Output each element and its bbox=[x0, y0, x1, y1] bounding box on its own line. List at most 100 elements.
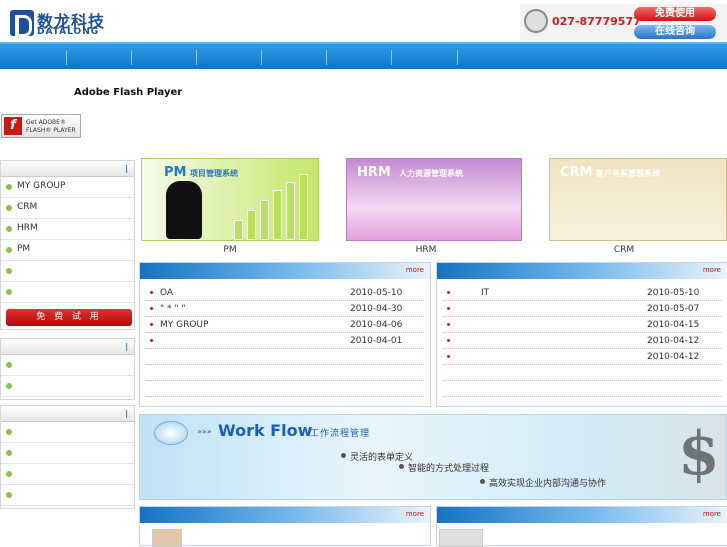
sidebar-item[interactable] bbox=[1, 485, 134, 506]
news-row[interactable]: 2010-04-15 bbox=[443, 317, 721, 333]
news-row[interactable]: MY GROUP 2010-04-06 bbox=[146, 317, 424, 333]
sidebar-item[interactable] bbox=[1, 282, 134, 303]
sidebar-item[interactable] bbox=[1, 376, 134, 397]
news-box-right: more IT 2010-05-10 2010-05-07 2010-04-15 … bbox=[436, 262, 727, 407]
sidebar-item[interactable] bbox=[1, 464, 134, 485]
more-link[interactable]: more bbox=[406, 510, 424, 518]
news-row[interactable]: 2010-04-12 bbox=[443, 349, 721, 365]
sidebar-item-label: HRM bbox=[17, 223, 38, 233]
workflow-banner[interactable]: »»» Work Flow 工作流程管理 灵活的表单定义 智能的方式处理过程 高… bbox=[139, 414, 727, 500]
bullet-icon bbox=[6, 289, 12, 295]
banner-caption-pm[interactable]: PM bbox=[141, 245, 319, 255]
news-row[interactable]: 2010-04-01 bbox=[146, 333, 424, 349]
banner-pm[interactable]: PM 项目管理系统 bbox=[141, 158, 319, 241]
sidebar-item-mygroup[interactable]: MY GROUP bbox=[1, 177, 134, 198]
free-use-button[interactable]: 免费使用 bbox=[634, 7, 716, 21]
more-link[interactable]: more bbox=[703, 266, 721, 274]
bottom-box-right: more bbox=[436, 506, 727, 547]
sidebar-item-label: CRM bbox=[17, 202, 38, 212]
banner-hrm[interactable]: HRM 人力资源管理系统 bbox=[346, 158, 522, 241]
news-box-header: more bbox=[437, 507, 727, 523]
contact-panel: 027-87779577 免费使用 在线咨询 bbox=[520, 4, 727, 40]
news-row[interactable]: 2010-04-12 bbox=[443, 333, 721, 349]
news-date: 2010-04-30 bbox=[350, 304, 403, 314]
news-date: 2010-04-12 bbox=[647, 336, 700, 346]
banner-subtitle: 人力资源管理系统 bbox=[399, 169, 463, 178]
bullet-icon bbox=[447, 323, 450, 326]
workflow-bullet: 智能的方式处理过程 bbox=[398, 461, 489, 474]
chart-bar-graphic bbox=[234, 220, 243, 240]
sidebar-box-3: | bbox=[0, 405, 135, 509]
nav-separator bbox=[66, 50, 67, 65]
sidebar-item-crm[interactable]: CRM bbox=[1, 198, 134, 219]
banner-caption-crm[interactable]: CRM bbox=[549, 245, 699, 255]
chart-bar-graphic bbox=[273, 190, 282, 240]
bullet-icon bbox=[150, 307, 153, 310]
arrows-icon: »»» bbox=[197, 427, 212, 436]
news-box-header: more bbox=[140, 263, 430, 279]
news-row-empty bbox=[443, 365, 721, 381]
sidebar-item-pm[interactable]: PM bbox=[1, 240, 134, 261]
news-row[interactable]: OA 2010-05-10 bbox=[146, 285, 424, 301]
bullet-icon bbox=[6, 205, 12, 211]
sidebar-box-header: | bbox=[1, 406, 134, 422]
banner-caption-hrm[interactable]: HRM bbox=[346, 245, 506, 255]
news-title: IT bbox=[481, 288, 490, 298]
nav-separator bbox=[131, 50, 132, 65]
sidebar-item-hrm[interactable]: HRM bbox=[1, 219, 134, 240]
news-title: MY GROUP bbox=[160, 320, 209, 330]
free-trial-button[interactable]: 免 费 试 用 bbox=[6, 309, 132, 326]
banner-subtitle: 项目管理系统 bbox=[190, 169, 238, 178]
workflow-disc-icon bbox=[154, 421, 188, 445]
news-date: 2010-04-06 bbox=[350, 320, 403, 330]
nav-separator bbox=[261, 50, 262, 65]
logo-mark-icon bbox=[10, 10, 34, 37]
news-row-empty bbox=[146, 381, 424, 397]
bullet-icon bbox=[6, 247, 12, 253]
get-flash-player-button[interactable]: f Get ADOBE® FLASH® PLAYER bbox=[1, 114, 81, 138]
workflow-title: Work Flow bbox=[218, 421, 313, 440]
bullet-icon bbox=[6, 184, 12, 190]
sidebar-header-mark: | bbox=[125, 164, 128, 173]
bullet-icon bbox=[447, 339, 450, 342]
sidebar-item[interactable] bbox=[1, 422, 134, 443]
news-row[interactable]: IT 2010-05-10 bbox=[443, 285, 721, 301]
banner-crm[interactable]: CRM 客户关系管理系统 bbox=[549, 158, 727, 241]
news-row[interactable]: " * " " 2010-04-30 bbox=[146, 301, 424, 317]
news-date: 2010-04-01 bbox=[350, 336, 403, 346]
sidebar-header-mark: | bbox=[125, 342, 128, 351]
bullet-icon bbox=[447, 355, 450, 358]
businessman-figure-icon bbox=[166, 181, 202, 239]
sidebar-header-mark: | bbox=[125, 409, 128, 418]
bullet-icon bbox=[6, 492, 12, 498]
phone-number: 027-87779577 bbox=[552, 15, 641, 28]
sidebar-item[interactable] bbox=[1, 261, 134, 282]
news-date: 2010-05-10 bbox=[350, 288, 403, 298]
news-box-header: more bbox=[437, 263, 727, 279]
online-consult-button[interactable]: 在线咨询 bbox=[634, 25, 716, 39]
banner-title: PM bbox=[164, 165, 187, 180]
more-link[interactable]: more bbox=[703, 510, 721, 518]
sidebar-item[interactable] bbox=[1, 355, 134, 376]
bullet-icon bbox=[150, 323, 153, 326]
workflow-bullet: 高效实现企业内部沟通与协作 bbox=[479, 476, 606, 489]
chart-bar-graphic bbox=[299, 174, 308, 240]
dollar-sign-icon: $ bbox=[678, 419, 720, 489]
avatar bbox=[152, 529, 182, 547]
more-link[interactable]: more bbox=[406, 266, 424, 274]
chart-bar-graphic bbox=[260, 200, 269, 240]
flash-notice-title: Adobe Flash Player bbox=[74, 87, 183, 98]
news-title: " * " " bbox=[160, 304, 186, 314]
nav-separator bbox=[391, 50, 392, 65]
news-row[interactable]: 2010-05-07 bbox=[443, 301, 721, 317]
bullet-icon bbox=[6, 429, 12, 435]
sidebar-box-header: | bbox=[1, 339, 134, 355]
chart-bar-graphic bbox=[247, 210, 256, 240]
bullet-icon bbox=[6, 383, 12, 389]
banner-title: HRM bbox=[357, 165, 391, 180]
sidebar-item[interactable] bbox=[1, 443, 134, 464]
company-logo[interactable]: 数龙科技 DATALONG bbox=[10, 8, 110, 38]
news-date: 2010-04-12 bbox=[647, 352, 700, 362]
workflow-subtitle: 工作流程管理 bbox=[310, 429, 371, 439]
news-date: 2010-04-15 bbox=[647, 320, 700, 330]
